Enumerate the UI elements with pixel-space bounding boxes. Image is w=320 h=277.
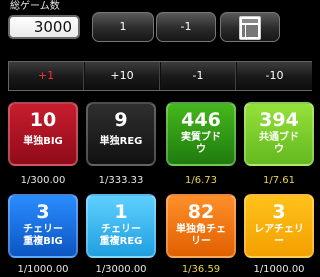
counter-label: チェリー 重複BIG	[23, 224, 63, 247]
ratio-rare-cherry: 1/1000.00	[253, 264, 305, 275]
counter-tile-reg[interactable]: 9 単独REG	[86, 102, 156, 166]
counter-count: 10	[29, 109, 57, 131]
counter-label: レアチェリ ー	[254, 224, 304, 247]
counter-label: チェリー 重複REG	[99, 224, 143, 247]
ratio-cherry-reg: 1/3000.00	[95, 264, 147, 275]
adjust-toolbar: +1 +10 -1 -10	[8, 61, 312, 91]
ratio-reg: 1/333.33	[98, 175, 144, 186]
adjust-minus-ten[interactable]: -10	[237, 62, 312, 90]
counter-tile-big[interactable]: 10 単独BIG	[8, 102, 78, 166]
counter-label: 単独角チェ リー	[176, 224, 226, 247]
plus-one-button[interactable]: 1	[92, 12, 154, 42]
ratio-corner-cherry: 1/36.59	[181, 264, 221, 275]
counter-label: 単独REG	[99, 136, 143, 147]
counter-count: 9	[114, 109, 128, 131]
calculator-button[interactable]	[220, 12, 280, 42]
counter-label: 単独BIG	[23, 136, 63, 147]
counter-tile-corner-cherry[interactable]: 82 単独角チェ リー	[166, 194, 236, 258]
total-games-label: 総ゲーム数	[10, 1, 60, 12]
adjust-plus-one[interactable]: +1	[9, 62, 84, 90]
counter-tile-common-grape[interactable]: 394 共通ブド ウ	[244, 102, 314, 166]
ratio-big: 1/300.00	[20, 175, 66, 186]
ratio-common-grape: 1/7.61	[263, 175, 295, 186]
ratio-cherry-big: 1/1000.00	[17, 264, 69, 275]
counter-count: 446	[181, 109, 221, 131]
counter-count: 3	[272, 201, 286, 223]
adjust-plus-ten[interactable]: +10	[85, 62, 160, 90]
counter-count: 3	[36, 201, 50, 223]
counter-tile-cherry-big[interactable]: 3 チェリー 重複BIG	[8, 194, 78, 258]
adjust-minus-one[interactable]: -1	[161, 62, 236, 90]
counter-tile-cherry-reg[interactable]: 1 チェリー 重複REG	[86, 194, 156, 258]
counter-label: 共通ブド ウ	[259, 132, 299, 155]
minus-one-button[interactable]: -1	[156, 12, 216, 42]
calculator-icon	[239, 16, 261, 40]
counter-count: 1	[114, 201, 128, 223]
counter-label: 実質ブド ウ	[181, 132, 221, 155]
total-games-input[interactable]: 3000	[8, 15, 80, 39]
counter-tile-actual-grape[interactable]: 446 実質ブド ウ	[166, 102, 236, 166]
counter-count: 394	[259, 109, 299, 131]
counter-tile-rare-cherry[interactable]: 3 レアチェリ ー	[244, 194, 314, 258]
counter-count: 82	[187, 201, 215, 223]
ratio-actual-grape: 1/6.73	[185, 175, 217, 186]
